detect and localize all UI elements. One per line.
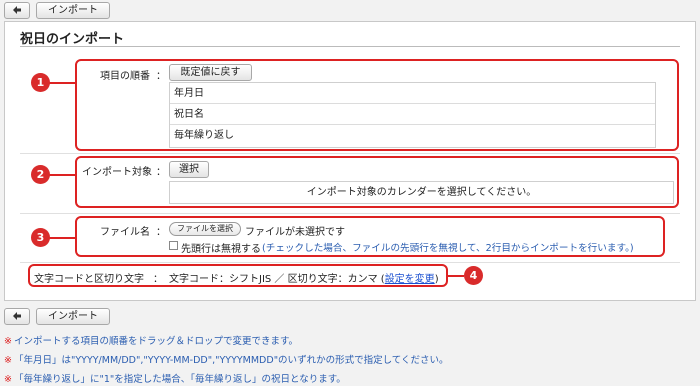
note-mark: ※	[4, 336, 12, 347]
callout-box-1	[75, 59, 679, 151]
back-button[interactable]	[4, 2, 30, 19]
note-3: ※ 「毎年繰り返し」に"1"を指定した場合、「毎年繰り返し」の祝日となります。	[4, 371, 346, 385]
callout-connector-1	[48, 82, 75, 84]
note-text: 「年月日」は"YYYY/MM/DD","YYYY-MM-DD","YYYYMMD…	[13, 355, 449, 366]
callout-box-2	[75, 156, 679, 208]
callout-number-1: 1	[31, 73, 50, 92]
title-divider	[20, 46, 680, 47]
note-mark: ※	[4, 355, 12, 366]
callout-box-3	[75, 216, 665, 257]
import-button-bottom[interactable]: インポート	[36, 308, 110, 325]
callout-number-2: 2	[31, 165, 50, 184]
row-divider	[20, 262, 680, 263]
row-divider	[20, 153, 680, 154]
page-title: 祝日のインポート	[20, 32, 125, 47]
back-arrow-icon	[13, 6, 21, 14]
callout-number-4: 4	[464, 266, 483, 285]
bottom-toolbar: インポート	[0, 306, 700, 326]
callout-connector-4	[448, 275, 464, 277]
note-2: ※ 「年月日」は"YYYY/MM/DD","YYYY-MM-DD","YYYYMM…	[4, 352, 449, 366]
callout-box-4	[28, 264, 448, 287]
back-arrow-icon	[13, 312, 21, 320]
top-toolbar: インポート	[0, 0, 700, 20]
import-button-top[interactable]: インポート	[36, 2, 110, 19]
back-button-bottom[interactable]	[4, 308, 30, 325]
callout-connector-2	[48, 174, 75, 176]
callout-number-3: 3	[31, 228, 50, 247]
note-mark: ※	[4, 374, 12, 385]
row-divider	[20, 213, 680, 214]
note-1: ※ インポートする項目の順番をドラッグ＆ドロップで変更できます。	[4, 333, 298, 347]
note-text: 「毎年繰り返し」に"1"を指定した場合、「毎年繰り返し」の祝日となります。	[13, 374, 346, 385]
callout-connector-3	[48, 237, 75, 239]
note-text: インポートする項目の順番をドラッグ＆ドロップで変更できます。	[13, 336, 299, 347]
